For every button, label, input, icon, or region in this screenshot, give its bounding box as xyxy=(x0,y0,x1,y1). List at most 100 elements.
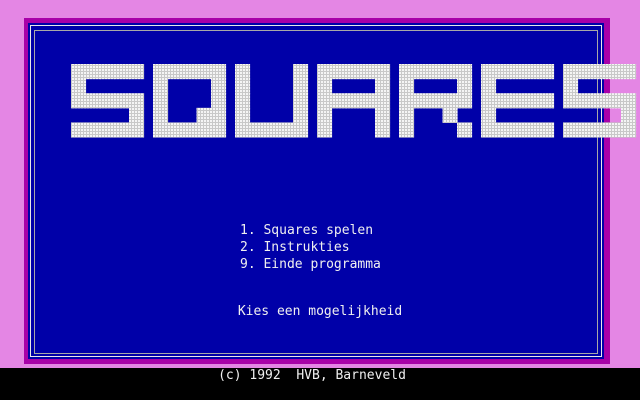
title-block xyxy=(621,107,637,123)
title-block xyxy=(606,93,622,109)
title-block xyxy=(153,122,169,138)
title-block xyxy=(442,93,458,109)
title-block xyxy=(346,93,362,109)
title-block xyxy=(592,93,608,109)
title-letter-r xyxy=(399,64,473,138)
title-block xyxy=(539,122,555,138)
title-block xyxy=(331,64,347,80)
title-block xyxy=(524,64,540,80)
title-block xyxy=(539,93,555,109)
title-block xyxy=(621,122,637,138)
title-block xyxy=(510,93,526,109)
title-block xyxy=(457,64,473,80)
title-block xyxy=(413,64,429,80)
title-letter-a xyxy=(317,64,391,138)
title-block xyxy=(577,64,593,80)
title-block xyxy=(153,64,169,80)
title-letter-s xyxy=(563,64,637,138)
title-block xyxy=(167,122,183,138)
title-block xyxy=(71,122,87,138)
title-block xyxy=(293,78,309,94)
title-block xyxy=(129,107,145,123)
title-block xyxy=(235,122,251,138)
title-block xyxy=(71,93,87,109)
title-block xyxy=(592,122,608,138)
title-block xyxy=(264,122,280,138)
title-block xyxy=(495,93,511,109)
title-block xyxy=(100,122,116,138)
title-logo xyxy=(71,64,637,138)
title-letter-q xyxy=(153,64,227,138)
title-block xyxy=(85,64,101,80)
menu-item-quit[interactable]: 9. Einde programma xyxy=(240,256,480,273)
title-block xyxy=(196,64,212,80)
title-block xyxy=(346,64,362,80)
title-block xyxy=(249,122,265,138)
title-block xyxy=(399,78,415,94)
title-block xyxy=(317,78,333,94)
title-block xyxy=(235,64,251,80)
title-block xyxy=(211,78,227,94)
title-block xyxy=(481,78,497,94)
title-block xyxy=(235,93,251,109)
title-block xyxy=(114,93,130,109)
title-block xyxy=(592,64,608,80)
title-block xyxy=(293,122,309,138)
title-block xyxy=(71,64,87,80)
title-block xyxy=(621,93,637,109)
title-block xyxy=(375,122,391,138)
title-block xyxy=(495,64,511,80)
title-block xyxy=(293,107,309,123)
title-block xyxy=(495,122,511,138)
title-block xyxy=(457,122,473,138)
title-block xyxy=(399,64,415,80)
title-block xyxy=(510,122,526,138)
title-block xyxy=(293,64,309,80)
choice-prompt: Kies een mogelijkheid xyxy=(237,304,403,319)
title-block xyxy=(317,107,333,123)
title-block xyxy=(85,93,101,109)
title-block xyxy=(606,64,622,80)
title-block xyxy=(399,122,415,138)
copyright-notice: (c) 1992 HVB, Barneveld xyxy=(208,368,416,384)
menu-item-play[interactable]: 1. Squares spelen xyxy=(240,222,480,239)
title-block xyxy=(182,64,198,80)
title-block xyxy=(577,122,593,138)
menu-item-instructions[interactable]: 2. Instrukties xyxy=(240,239,480,256)
title-block xyxy=(331,93,347,109)
title-block xyxy=(413,93,429,109)
title-block xyxy=(375,78,391,94)
title-block xyxy=(428,93,444,109)
title-block xyxy=(621,64,637,80)
title-block xyxy=(375,64,391,80)
title-block xyxy=(211,93,227,109)
title-block xyxy=(457,93,473,109)
title-block xyxy=(563,64,579,80)
title-block xyxy=(129,93,145,109)
title-block xyxy=(235,107,251,123)
title-block xyxy=(317,93,333,109)
title-block xyxy=(606,122,622,138)
title-block xyxy=(196,107,212,123)
title-block xyxy=(85,122,101,138)
title-block xyxy=(235,78,251,94)
title-block xyxy=(153,93,169,109)
title-block xyxy=(182,122,198,138)
title-block xyxy=(211,64,227,80)
title-block xyxy=(153,78,169,94)
title-block xyxy=(563,78,579,94)
title-block xyxy=(375,107,391,123)
title-block xyxy=(129,122,145,138)
title-block xyxy=(360,93,376,109)
title-block xyxy=(100,93,116,109)
title-block xyxy=(563,93,579,109)
title-letter-s xyxy=(71,64,145,138)
title-block xyxy=(481,122,497,138)
title-block xyxy=(577,93,593,109)
title-block xyxy=(510,64,526,80)
title-block xyxy=(481,64,497,80)
title-block xyxy=(114,122,130,138)
title-block xyxy=(563,122,579,138)
title-letters xyxy=(71,64,637,138)
main-menu: 1. Squares spelen 2. Instrukties 9. Eind… xyxy=(240,222,480,273)
